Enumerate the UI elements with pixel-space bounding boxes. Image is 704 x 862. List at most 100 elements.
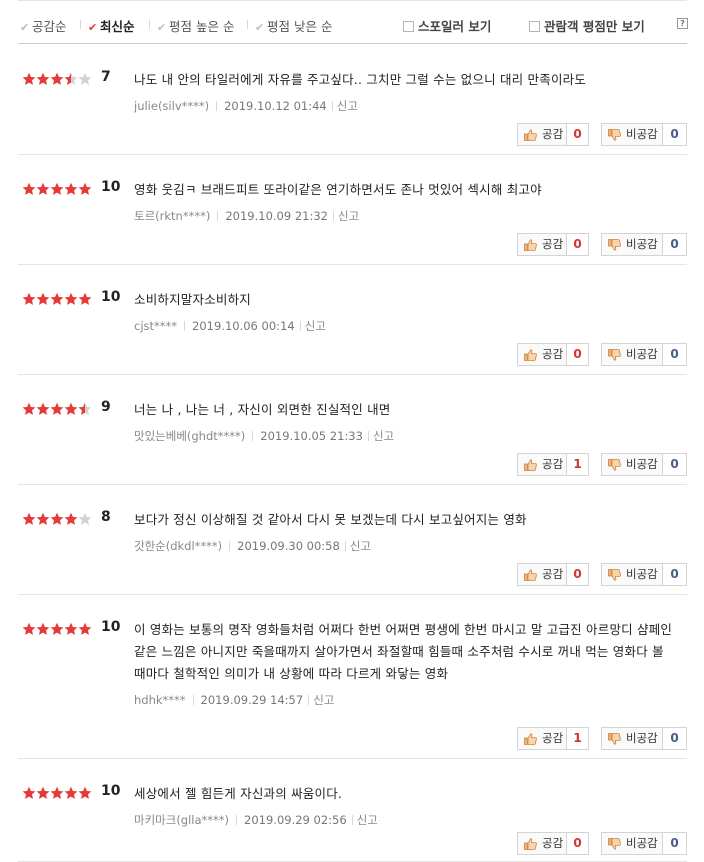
dislike-button[interactable]: 비공감 (601, 233, 663, 256)
star-icon (36, 402, 50, 415)
review-item: 8 보다가 정신 이상해질 것 같아서 다시 못 보겠는데 다시 보고싶어지는 … (18, 485, 687, 595)
star-icon (50, 512, 64, 525)
like-label: 공감 (542, 347, 564, 361)
review-date: 2019.09.29 14:57 (200, 693, 304, 707)
star-icon (78, 786, 92, 799)
thumbs-down-icon (608, 239, 621, 251)
star-icon (22, 182, 36, 195)
star-icon (64, 622, 78, 635)
thumbs-up-icon (524, 459, 537, 471)
divider (299, 321, 301, 331)
sort-by-likes[interactable]: ✔ 공감순 (20, 16, 67, 35)
review-author[interactable]: 갓한순(dkdl****) (134, 539, 222, 553)
sort-by-rating-low[interactable]: ✔ 평점 낮은 순 (255, 16, 332, 35)
report-link[interactable]: 신고 (313, 693, 334, 707)
star-rating (22, 512, 92, 526)
like-button[interactable]: 공감 (517, 343, 567, 366)
review-author[interactable]: hdhk**** (134, 693, 186, 707)
dislike-button[interactable]: 비공감 (601, 727, 663, 750)
like-count: 1 (567, 453, 589, 476)
audience-only-checkbox[interactable]: 관람객 평점만 보기 (529, 16, 645, 35)
like-count: 0 (567, 343, 589, 366)
like-label: 공감 (542, 836, 564, 850)
spoiler-filter-checkbox[interactable]: 스포일러 보기 (403, 16, 491, 35)
review-meta: 토르(rktn****) 2019.10.09 21:32 신고 (134, 208, 359, 224)
star-icon (50, 72, 64, 85)
dislike-label: 비공감 (626, 237, 658, 251)
divider (236, 815, 238, 825)
like-button[interactable]: 공감 (517, 123, 567, 146)
review-score: 9 (101, 399, 111, 415)
star-icon (50, 622, 64, 635)
review-author[interactable]: 토르(rktn****) (134, 209, 210, 223)
thumbs-up-icon (524, 838, 537, 850)
report-link[interactable]: 신고 (350, 539, 371, 553)
sort-by-rating-high[interactable]: ✔ 평점 높은 순 (157, 16, 234, 35)
dislike-count: 0 (663, 123, 687, 146)
divider (367, 431, 369, 441)
star-rating (22, 182, 92, 196)
review-text: 나도 내 안의 타일러에게 자유를 주고싶다.. 그치만 그럴 수는 없으니 대… (134, 72, 587, 87)
thumbs-up-icon (524, 239, 537, 251)
star-icon (78, 402, 92, 415)
star-icon (78, 622, 92, 635)
like-label: 공감 (542, 127, 564, 141)
review-author[interactable]: 마키마크(glla****) (134, 813, 229, 827)
dislike-button[interactable]: 비공감 (601, 563, 663, 586)
star-icon (50, 786, 64, 799)
divider (217, 211, 219, 221)
dislike-count: 0 (663, 727, 687, 750)
review-text: 세상에서 젤 힘든게 자신과의 싸움이다. (134, 786, 343, 801)
star-icon (64, 512, 78, 525)
dislike-label: 비공감 (626, 567, 658, 581)
like-button[interactable]: 공감 (517, 727, 567, 750)
like-button[interactable]: 공감 (517, 453, 567, 476)
report-link[interactable]: 신고 (305, 319, 326, 333)
dislike-label: 비공감 (626, 731, 658, 745)
dislike-count: 0 (663, 343, 687, 366)
check-icon: ✔ (255, 21, 265, 34)
dislike-button[interactable]: 비공감 (601, 453, 663, 476)
review-score: 10 (101, 619, 121, 635)
review-author[interactable]: 맛있는베베(ghdt****) (134, 429, 245, 443)
review-score: 10 (101, 179, 121, 195)
thumbs-down-icon (608, 349, 621, 361)
star-rating (22, 786, 92, 800)
review-text: 보다가 정신 이상해질 것 같아서 다시 못 보겠는데 다시 보고싶어지는 영화 (134, 512, 527, 527)
review-item: 10 소비하지말자소비하지 cjst**** 2019.10.06 00:14 신고… (18, 265, 687, 375)
review-meta: hdhk**** 2019.09.29 14:57 신고 (134, 692, 334, 708)
star-icon (64, 292, 78, 305)
help-icon[interactable]: ? (677, 18, 688, 29)
divider (332, 211, 334, 221)
thumbs-up-icon (524, 349, 537, 361)
dislike-button[interactable]: 비공감 (601, 832, 663, 855)
review-meta: 마키마크(glla****) 2019.09.29 02:56 신고 (134, 812, 378, 828)
dislike-button[interactable]: 비공감 (601, 123, 663, 146)
star-icon (36, 622, 50, 635)
like-count: 0 (567, 832, 589, 855)
review-text: 이 영화는 보통의 명작 영화들처럼 어쩌다 한번 어쩌면 평생에 한번 마시고… (134, 622, 673, 681)
dislike-button[interactable]: 비공감 (601, 343, 663, 366)
review-item: 10 영화 웃김ㅋ 브래드피트 또라이같은 연기하면서도 존나 멋있어 섹시해 … (18, 155, 687, 265)
report-link[interactable]: 신고 (357, 813, 378, 827)
divider (80, 20, 81, 29)
like-button[interactable]: 공감 (517, 832, 567, 855)
sort-by-latest[interactable]: ✔ 최신순 (88, 16, 135, 35)
star-icon (22, 402, 36, 415)
review-item: 10 이 영화는 보통의 명작 영화들처럼 어쩌다 한번 어쩌면 평생에 한번 … (18, 595, 687, 759)
review-date: 2019.09.30 00:58 (237, 539, 340, 553)
report-link[interactable]: 신고 (338, 209, 359, 223)
thumbs-down-icon (608, 129, 621, 141)
dislike-count: 0 (663, 453, 687, 476)
review-score: 7 (101, 69, 111, 85)
review-text: 영화 웃김ㅋ 브래드피트 또라이같은 연기하면서도 존나 멋있어 섹시해 최고야 (134, 182, 542, 197)
like-button[interactable]: 공감 (517, 233, 567, 256)
review-date: 2019.10.12 01:44 (224, 99, 327, 113)
like-button[interactable]: 공감 (517, 563, 567, 586)
report-link[interactable]: 신고 (337, 99, 358, 113)
report-link[interactable]: 신고 (373, 429, 394, 443)
check-icon: ✔ (157, 21, 167, 34)
review-meta: 맛있는베베(ghdt****) 2019.10.05 21:33 신고 (134, 428, 394, 444)
review-author[interactable]: julie(silv****) (134, 99, 209, 113)
review-author[interactable]: cjst**** (134, 319, 177, 333)
